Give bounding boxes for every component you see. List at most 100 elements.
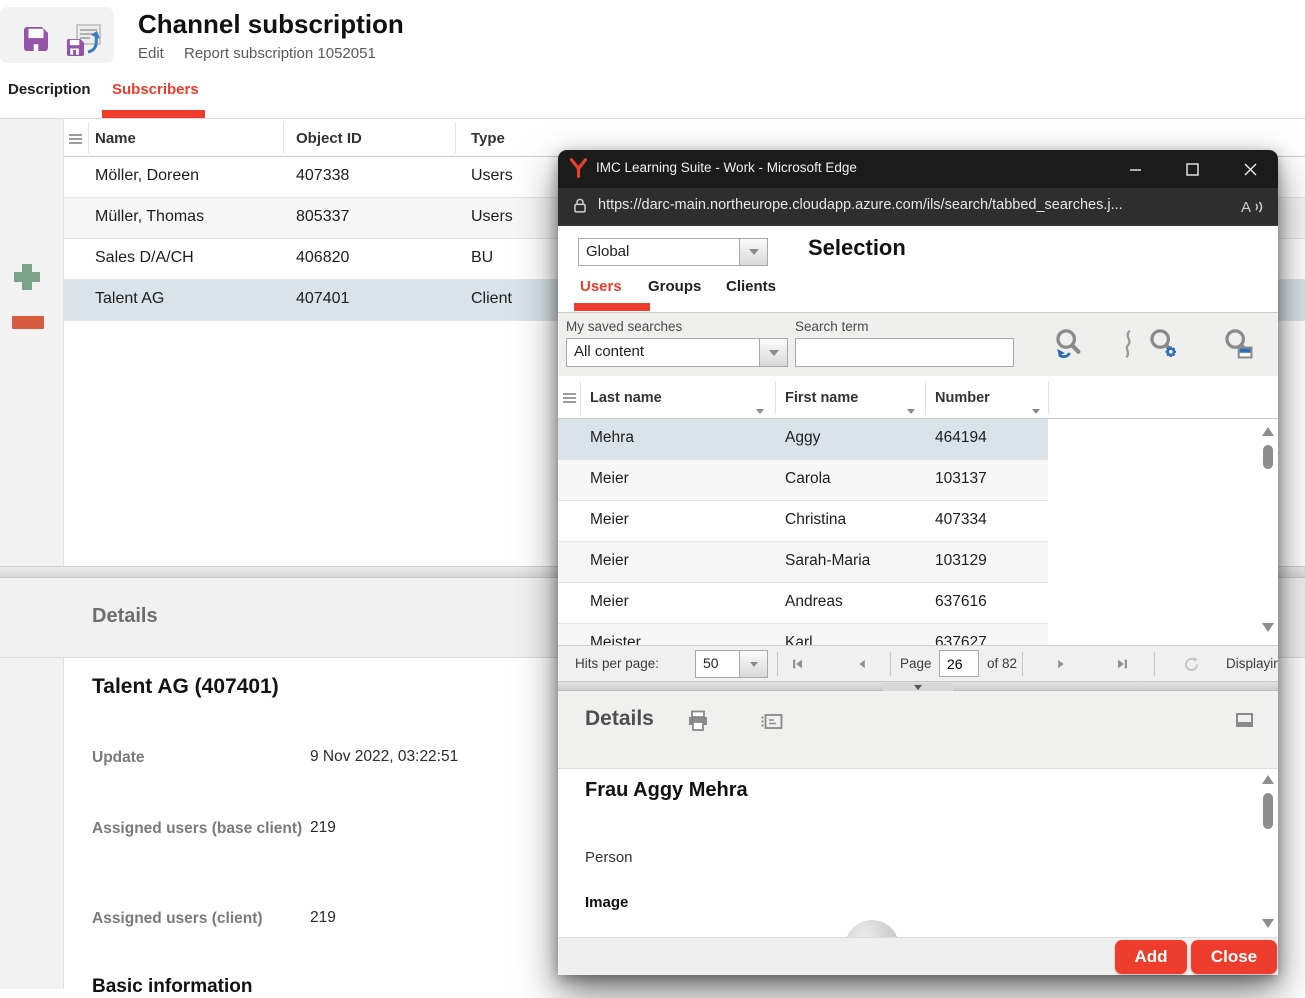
hamburger-icon[interactable] (563, 391, 576, 405)
close-icon[interactable] (1233, 154, 1267, 184)
read-aloud-icon[interactable]: A (1240, 195, 1264, 219)
popup-details-heading: Details (585, 707, 654, 731)
field-label: Assigned users (base client) (92, 819, 304, 838)
page-title: Channel subscription (138, 9, 404, 40)
scroll-down-icon[interactable] (1262, 919, 1274, 928)
column-header-first-name[interactable]: First name (785, 390, 858, 406)
page-mode: Edit (138, 45, 164, 62)
field-label: Assigned users (client) (92, 909, 304, 928)
column-header-type[interactable]: Type (471, 130, 505, 147)
collapse-panel-icon[interactable] (1236, 713, 1253, 727)
popup-details-header: Details (558, 691, 1278, 769)
add-button[interactable]: Add (1115, 940, 1187, 974)
lock-icon (570, 196, 590, 216)
detail-view-icon[interactable] (761, 712, 785, 732)
active-tab-indicator (102, 110, 205, 118)
details-title: Talent AG (407401) (92, 675, 279, 699)
basic-information-heading: Basic information (92, 976, 252, 998)
splitter-handle[interactable] (883, 683, 953, 691)
scroll-up-icon[interactable] (1262, 427, 1274, 436)
chevron-down-icon[interactable] (759, 339, 787, 366)
prev-page-icon[interactable] (850, 654, 872, 674)
scope-dropdown-value: Global (579, 239, 739, 265)
maximize-icon[interactable] (1175, 154, 1209, 184)
field-value: 219 (310, 819, 336, 837)
pagination-bar: Hits per page: 50 Page of 82 Displayin (558, 645, 1278, 681)
result-row-selected[interactable]: Mehra Aggy 464194 (558, 419, 1048, 460)
chevron-down-icon[interactable] (739, 239, 767, 265)
search-panel: My saved searches All content Search ter… (558, 312, 1278, 376)
squiggle-separator-icon (1122, 329, 1134, 359)
print-icon[interactable] (686, 709, 710, 733)
page-number-input[interactable] (939, 650, 979, 677)
column-header-object-id[interactable]: Object ID (296, 130, 362, 147)
save-icon[interactable] (18, 21, 54, 57)
add-icon[interactable] (11, 261, 43, 293)
url-text: https://darc-main.northeurope.cloudapp.a… (598, 197, 1228, 213)
remove-icon[interactable] (12, 316, 44, 329)
results-scrollbar[interactable] (1260, 419, 1276, 645)
tab-groups[interactable]: Groups (648, 278, 701, 295)
saved-searches-value: All content (567, 339, 759, 366)
scrollbar-thumb[interactable] (1263, 445, 1273, 469)
saved-searches-label: My saved searches (566, 319, 682, 334)
save-and-exit-icon[interactable] (62, 22, 104, 62)
displaying-label: Displayin (1226, 656, 1278, 671)
window-title: IMC Learning Suite - Work - Microsoft Ed… (596, 160, 857, 175)
search-settings-icon[interactable] (1146, 327, 1180, 361)
search-term-input[interactable] (795, 338, 1014, 367)
next-page-icon[interactable] (1050, 654, 1072, 674)
result-row[interactable]: Meier Christina 407334 (558, 501, 1048, 542)
tab-description[interactable]: Description (8, 81, 91, 98)
browser-url-bar[interactable]: https://darc-main.northeurope.cloudapp.a… (558, 188, 1278, 226)
minimize-icon[interactable] (1118, 154, 1152, 184)
panel-splitter[interactable] (558, 681, 1278, 691)
active-tab-indicator (574, 303, 650, 311)
page-label: Page (900, 656, 932, 671)
first-page-icon[interactable] (786, 654, 808, 674)
hits-per-page-dropdown[interactable]: 50 (695, 650, 768, 678)
close-button[interactable]: Close (1191, 940, 1277, 974)
window-titlebar[interactable]: IMC Learning Suite - Work - Microsoft Ed… (558, 150, 1278, 188)
results-table-header: Last name First name Number (558, 376, 1278, 419)
tab-clients[interactable]: Clients (726, 278, 776, 295)
field-value: 9 Nov 2022, 03:22:51 (310, 748, 458, 766)
selection-heading: Selection (808, 235, 906, 261)
result-row[interactable]: Meier Sarah-Maria 103129 (558, 542, 1048, 583)
hits-per-page-label: Hits per page: (575, 656, 659, 671)
svg-text:A: A (1241, 199, 1251, 216)
result-row[interactable]: Meister Karl 637627 (558, 624, 1048, 645)
scope-dropdown[interactable]: Global (578, 238, 768, 266)
result-row[interactable]: Meier Andreas 637616 (558, 583, 1048, 624)
result-row[interactable]: Meier Carola 103137 (558, 460, 1048, 501)
image-label: Image (585, 894, 628, 911)
chevron-down-icon[interactable] (739, 651, 767, 677)
avatar (845, 920, 899, 937)
person-name: Frau Aggy Mehra (585, 779, 748, 802)
hamburger-icon[interactable] (69, 132, 82, 146)
search-reset-icon[interactable] (1052, 327, 1086, 361)
tab-users[interactable]: Users (580, 278, 622, 295)
details-scrollbar[interactable] (1260, 769, 1276, 937)
column-header-name[interactable]: Name (95, 130, 136, 147)
refresh-icon[interactable] (1180, 654, 1202, 674)
total-pages-label: of 82 (987, 656, 1017, 671)
search-save-icon[interactable] (1221, 327, 1255, 361)
popup-details-body: Frau Aggy Mehra Person Image (558, 769, 1278, 937)
hits-per-page-value: 50 (696, 651, 739, 677)
scroll-down-icon[interactable] (1262, 623, 1274, 632)
scrollbar-thumb[interactable] (1263, 793, 1273, 829)
search-term-label: Search term (795, 319, 869, 334)
imc-logo-icon (568, 158, 589, 179)
saved-searches-dropdown[interactable]: All content (566, 338, 788, 367)
popup-footer: Add Close (558, 937, 1278, 975)
column-header-number[interactable]: Number (935, 390, 990, 406)
page-context: Report subscription 1052051 (184, 45, 376, 62)
details-heading: Details (92, 605, 158, 628)
column-header-last-name[interactable]: Last name (590, 390, 662, 406)
person-type: Person (585, 849, 633, 866)
scroll-up-icon[interactable] (1262, 775, 1274, 784)
save-toolbar (0, 7, 114, 63)
tab-subscribers[interactable]: Subscribers (112, 81, 199, 98)
last-page-icon[interactable] (1111, 654, 1133, 674)
